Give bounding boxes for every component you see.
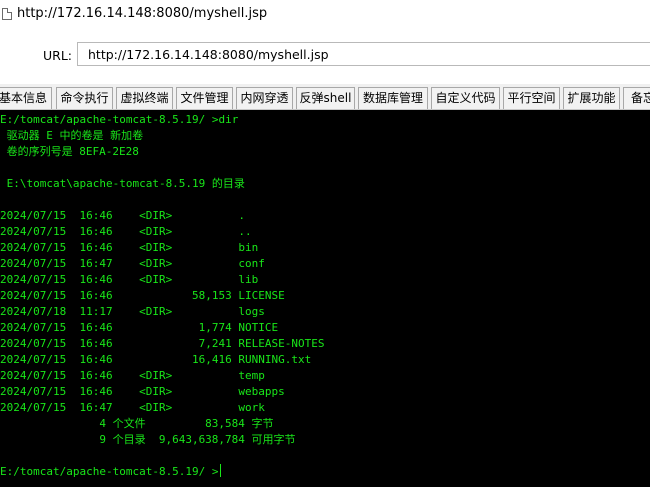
tab-file-manager[interactable]: 文件管理 [176,87,233,109]
tab-intranet-tunnel[interactable]: 内网穿透 [236,87,293,109]
terminal-line: 2024/07/15 16:46 <DIR> lib [0,273,259,286]
page-icon [2,8,12,20]
terminal-line: 驱动器 E 中的卷是 新加卷 [0,129,144,142]
tab-extensions[interactable]: 扩展功能 [563,87,620,109]
terminal-prompt: E:/tomcat/apache-tomcat-8.5.19/ > [0,465,219,478]
tab-basic-info[interactable]: 基本信息 [0,87,52,109]
tab-label: 命令执行 [60,91,109,105]
tab-parallel-space[interactable]: 平行空间 [503,87,560,109]
tab-label: 备忘 [630,91,650,105]
tab-label: 反弹shell [299,91,352,105]
window-title: http://172.16.14.148:8080/myshell.jsp [17,6,268,21]
tab-label: 平行空间 [507,91,556,105]
address-bar: URL: [0,36,650,70]
terminal-line: 2024/07/15 16:46 <DIR> webapps [0,385,285,398]
terminal-line: 9 个目录 9,643,638,784 可用字节 [0,433,296,446]
tab-command-exec[interactable]: 命令执行 [56,87,113,109]
tab-reverse-shell[interactable]: 反弹shell [296,87,355,109]
terminal-line: 2024/07/15 16:46 1,774 NOTICE [0,321,279,334]
tab-label: 虚拟终端 [120,91,169,105]
terminal-line: 卷的序列号是 8EFA-2E28 [0,145,139,158]
tab-memo[interactable]: 备忘 [623,87,650,109]
terminal-line: E:/tomcat/apache-tomcat-8.5.19/ >dir [0,113,239,126]
terminal-line: 2024/07/15 16:46 7,241 RELEASE-NOTES [0,337,325,350]
terminal-line: 4 个文件 83,584 字节 [0,417,274,430]
terminal-line: 2024/07/15 16:46 <DIR> bin [0,241,259,254]
tab-label: 文件管理 [180,91,229,105]
tab-label: 基本信息 [0,91,47,105]
tab-custom-code[interactable]: 自定义代码 [431,87,500,109]
terminal-line: E:\tomcat\apache-tomcat-8.5.19 的目录 [0,177,245,190]
url-input[interactable] [77,42,650,66]
terminal-line: 2024/07/15 16:46 58,153 LICENSE [0,289,285,302]
terminal-prompt-line[interactable]: E:/tomcat/apache-tomcat-8.5.19/ > [0,464,221,480]
terminal-output[interactable]: E:/tomcat/apache-tomcat-8.5.19/ >dir 驱动器… [0,110,650,487]
terminal-line: 2024/07/15 16:47 <DIR> work [0,401,265,414]
tab-label: 内网穿透 [240,91,289,105]
function-tabbar: 基本信息 命令执行 虚拟终端 文件管理 内网穿透 反弹shell 数据库管理 自… [0,84,650,110]
terminal-line: 2024/07/15 16:46 <DIR> .. [0,225,252,238]
window-titlebar: http://172.16.14.148:8080/myshell.jsp [0,0,650,28]
url-label: URL: [43,48,73,63]
tab-label: 自定义代码 [435,91,496,105]
text-cursor [219,464,221,477]
terminal-line: 2024/07/15 16:46 <DIR> temp [0,369,265,382]
tab-label: 扩展功能 [567,91,616,105]
terminal-line: 2024/07/15 16:47 <DIR> conf [0,257,265,270]
tab-virtual-terminal[interactable]: 虚拟终端 [116,87,173,109]
tab-database-manager[interactable]: 数据库管理 [358,87,428,109]
terminal-line: 2024/07/15 16:46 <DIR> . [0,209,246,222]
terminal-line: 2024/07/18 11:17 <DIR> logs [0,305,265,318]
terminal-line: 2024/07/15 16:46 16,416 RUNNING.txt [0,353,312,366]
tab-label: 数据库管理 [362,91,423,105]
